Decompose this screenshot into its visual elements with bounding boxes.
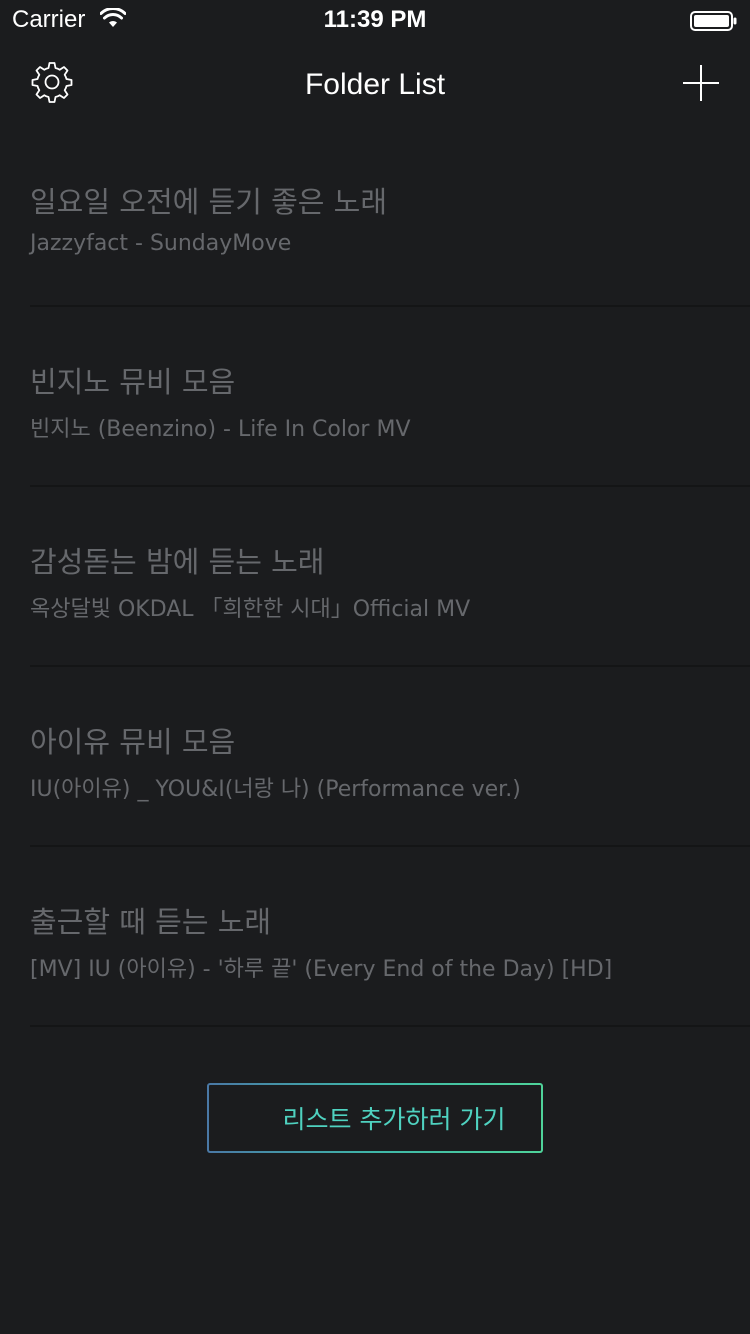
folder-subtitle: IU(아이유) _ YOU&I(너랑 나) (Performance ver.) (30, 777, 521, 802)
nav-bar: Folder List (0, 40, 750, 130)
add-list-label: 리스트 추가하러 가기 (282, 1105, 506, 1134)
divider (30, 1025, 750, 1027)
battery-icon (690, 11, 737, 31)
folder-title: 아이유 뮤비 모음 (30, 725, 236, 759)
folder-list-item[interactable]: 감성돋는 밤에 듣는 노래 옥상달빛 OKDAL 「희한한 시대」Officia… (0, 487, 750, 667)
folder-list-item[interactable]: 출근할 때 듣는 노래 [MV] IU (아이유) - '하루 끝' (Ever… (0, 847, 750, 1027)
folder-list-item[interactable]: 아이유 뮤비 모음 IU(아이유) _ YOU&I(너랑 나) (Perform… (0, 667, 750, 847)
folder-subtitle: [MV] IU (아이유) - '하루 끝' (Every End of the… (30, 957, 613, 982)
plus-icon[interactable] (682, 64, 720, 102)
folder-list-item[interactable]: 일요일 오전에 듣기 좋은 노래 Jazzyfact - SundayMove (0, 127, 750, 307)
folder-subtitle: 옥상달빛 OKDAL 「희한한 시대」Official MV (30, 597, 471, 622)
screen: Carrier 11:39 PM Folder List 일요일 오전에 듣기 … (0, 0, 750, 1334)
status-bar: Carrier 11:39 PM (0, 0, 750, 40)
status-time: 11:39 PM (323, 6, 427, 33)
folder-list: 일요일 오전에 듣기 좋은 노래 Jazzyfact - SundayMove … (0, 127, 750, 1027)
folder-title: 빈지노 뮤비 모음 (30, 365, 236, 399)
folder-title: 일요일 오전에 듣기 좋은 노래 (30, 185, 388, 219)
add-list-button[interactable]: 리스트 추가하러 가기 (207, 1083, 543, 1153)
folder-title: 출근할 때 듣는 노래 (30, 905, 272, 939)
plus-icon (245, 1104, 274, 1132)
folder-list-item[interactable]: 빈지노 뮤비 모음 빈지노 (Beenzino) - Life In Color… (0, 307, 750, 487)
page-title: Folder List (304, 68, 446, 101)
folder-subtitle: Jazzyfact - SundayMove (30, 231, 292, 256)
folder-title: 감성돋는 밤에 듣는 노래 (30, 545, 325, 579)
folder-subtitle: 빈지노 (Beenzino) - Life In Color MV (30, 417, 411, 442)
